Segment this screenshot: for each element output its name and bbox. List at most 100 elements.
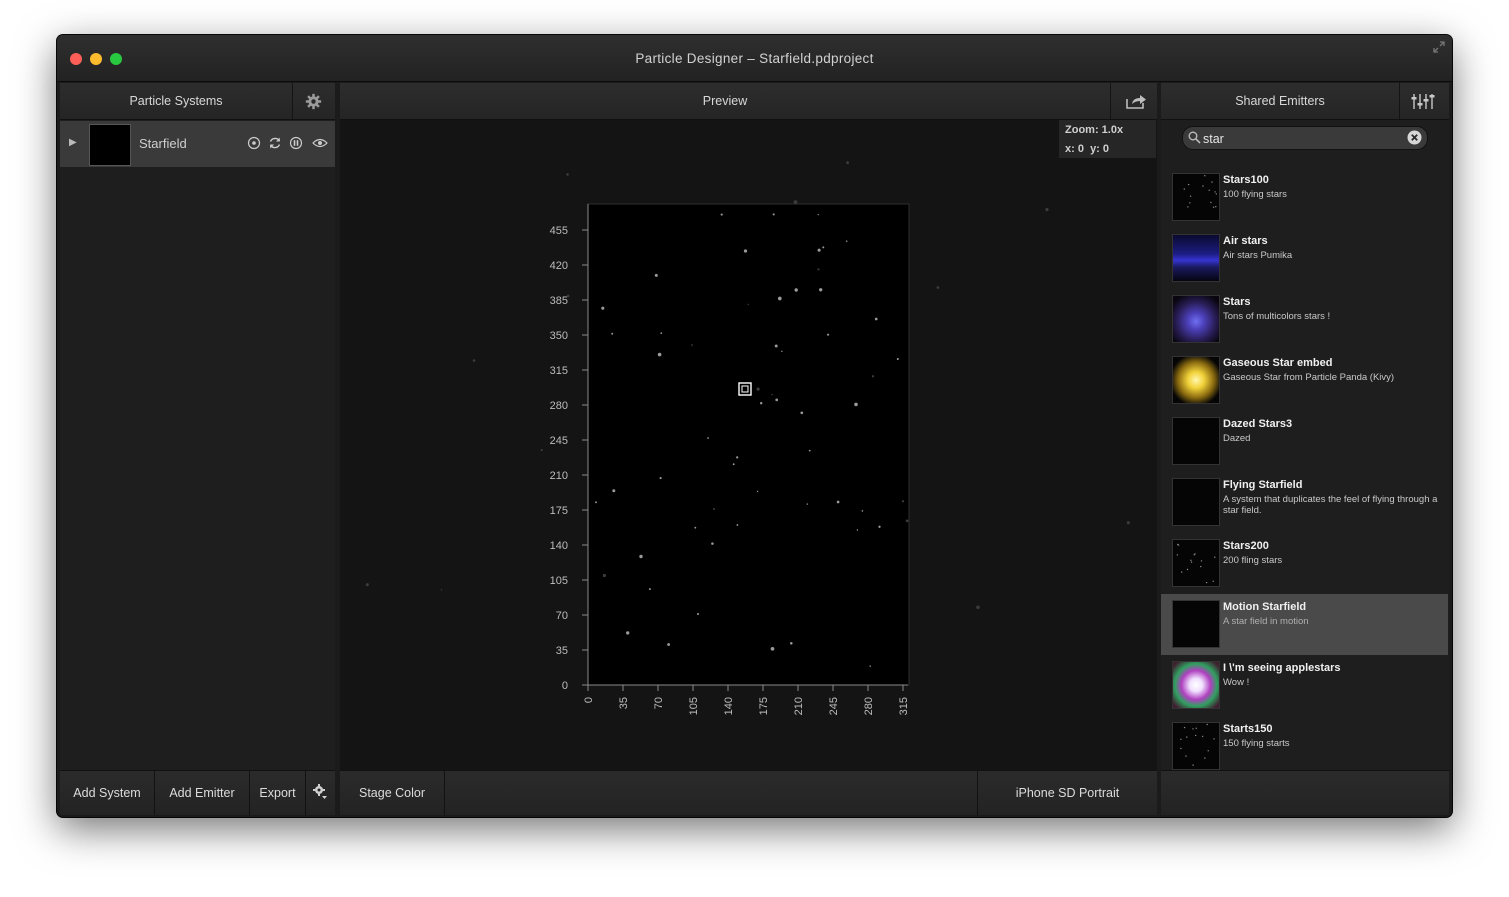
emitter-item[interactable]: Flying Starfield A system that duplicates… <box>1161 472 1448 533</box>
y-ruler-label: 105 <box>550 575 568 587</box>
particle-star <box>747 303 750 306</box>
x-ruler-label: 0 <box>583 697 595 703</box>
title-bar: Particle Designer – Starfield.pdproject <box>57 35 1452 82</box>
particle-star <box>869 665 871 667</box>
particle-star <box>808 449 811 452</box>
export-button[interactable]: Export <box>250 771 305 815</box>
particle-star <box>936 286 940 289</box>
preview-footer: Stage Color iPhone SD Portrait <box>340 770 1157 815</box>
particle-star <box>836 500 840 504</box>
emitter-thumbnail <box>1172 722 1220 770</box>
add-system-button[interactable]: Add System <box>60 771 154 815</box>
emitter-item[interactable]: Stars100 100 flying stars <box>1161 167 1448 228</box>
emitter-description: 200 fling stars <box>1223 555 1283 566</box>
particle-star <box>756 490 759 493</box>
particle-star <box>540 449 543 452</box>
emitter-description: 150 flying starts <box>1223 738 1290 749</box>
particle-star <box>781 350 783 353</box>
emitter-name: Motion Starfield <box>1223 601 1307 613</box>
emitter-thumbnail <box>1172 173 1220 221</box>
emitter-name: Air stars <box>1223 235 1268 247</box>
particle-star <box>976 605 980 610</box>
particle-star <box>732 463 735 466</box>
clear-search-icon[interactable] <box>1407 130 1422 145</box>
particle-star <box>720 213 723 216</box>
system-row-starfield[interactable]: ▶ Starfield <box>60 121 335 167</box>
emitter-name: Dazed Stars3 <box>1223 418 1293 430</box>
emitter-item[interactable]: Gaseous Star embed Gaseous Star from Part… <box>1161 350 1448 411</box>
y-ruler-label: 70 <box>556 610 568 622</box>
x-ruler-label: 210 <box>793 697 805 715</box>
filter-sliders-icon[interactable] <box>1411 93 1435 110</box>
export-settings-gear-icon[interactable] <box>313 784 328 801</box>
particle-star <box>759 401 763 405</box>
particle-star <box>874 317 878 321</box>
emitter-item[interactable]: Air stars Air stars Pumika <box>1161 228 1448 289</box>
particle-star <box>901 500 905 503</box>
emitter-thumbnail <box>1172 661 1220 709</box>
y-ruler-label: 140 <box>550 540 568 552</box>
y-ruler-label: 350 <box>550 330 568 342</box>
particle-star <box>657 352 662 357</box>
add-emitter-button[interactable]: Add Emitter <box>155 771 249 815</box>
particle-star <box>654 273 658 277</box>
preview-stage[interactable]: 0 35 70 105 140 175 210 245 280 315 350 385 420 455 0 3… <box>340 120 1157 770</box>
particle-star <box>822 246 825 249</box>
particle-star <box>696 612 700 616</box>
x-ruler-label: 245 <box>828 697 840 715</box>
pause-icon[interactable] <box>289 136 303 150</box>
share-icon[interactable] <box>1125 93 1147 110</box>
emitter-search[interactable] <box>1182 126 1428 150</box>
particle-star <box>743 249 748 253</box>
x-ruler-label: 175 <box>758 697 770 715</box>
emitter-item[interactable]: Starts150 150 flying starts <box>1161 716 1448 777</box>
search-input[interactable] <box>1201 129 1405 148</box>
particle-star <box>777 296 782 301</box>
x-ruler-label: 105 <box>688 697 700 715</box>
y-ruler-label: 455 <box>550 225 568 237</box>
particle-star <box>566 173 569 176</box>
particle-star <box>817 268 820 271</box>
emitter-item[interactable]: Dazed Stars3 Dazed <box>1161 411 1448 472</box>
device-frame <box>587 203 910 686</box>
emitter-description: 100 flying stars <box>1223 189 1287 200</box>
particle-star <box>775 398 779 402</box>
particle-star <box>648 588 651 591</box>
restart-icon[interactable] <box>268 136 282 150</box>
particle-star <box>712 507 716 511</box>
eye-icon[interactable] <box>312 136 328 150</box>
preview-panel: Preview 0 35 70 105 140 175 210 245 280 315 350 385… <box>340 83 1157 815</box>
y-ruler-label: 315 <box>550 365 568 377</box>
emitter-description: Gaseous Star from Particle Panda (Kivy) <box>1223 372 1395 383</box>
particle-star <box>601 306 605 310</box>
particle-star <box>800 411 804 415</box>
emitter-description: Tons of multicolors stars ! <box>1223 311 1331 322</box>
particle-systems-footer: Add System Add Emitter Export <box>60 770 335 815</box>
search-icon <box>1188 131 1201 144</box>
y-ruler-label: 385 <box>550 295 568 307</box>
starfield-canvas[interactable]: 0 35 70 105 140 175 210 245 280 315 350 385 420 455 0 3… <box>340 120 1157 770</box>
stage-color-button[interactable]: Stage Color <box>340 771 444 815</box>
emitter-item[interactable]: Motion Starfield A star field in motion <box>1161 594 1448 655</box>
x-ruler-label: 70 <box>653 697 665 709</box>
disclosure-triangle-icon[interactable]: ▶ <box>69 137 77 148</box>
emitter-item[interactable]: Stars Tons of multicolors stars ! <box>1161 289 1448 350</box>
y-ruler-label: 280 <box>550 400 568 412</box>
x-ruler-label: 35 <box>618 697 630 709</box>
device-select[interactable]: iPhone SD Portrait <box>978 771 1157 815</box>
particle-star <box>790 642 793 645</box>
particle-star <box>878 525 881 528</box>
emitter-thumbnail <box>1172 295 1220 343</box>
particle-star <box>1126 521 1130 525</box>
emitter-description: Air stars Pumika <box>1223 250 1293 261</box>
fullscreen-icon[interactable] <box>1432 40 1446 54</box>
particle-star <box>896 357 899 361</box>
target-icon[interactable] <box>247 136 261 150</box>
y-ruler-label: 420 <box>550 260 568 272</box>
emitter-thumbnail <box>1172 539 1220 587</box>
emitter-item[interactable]: Stars200 200 fling stars <box>1161 533 1448 594</box>
emitter-item[interactable]: I \'m seeing applestars Wow ! <box>1161 655 1448 716</box>
emitter-name: Stars100 <box>1223 174 1269 186</box>
particle-star <box>440 589 443 591</box>
gear-icon[interactable] <box>305 93 322 110</box>
